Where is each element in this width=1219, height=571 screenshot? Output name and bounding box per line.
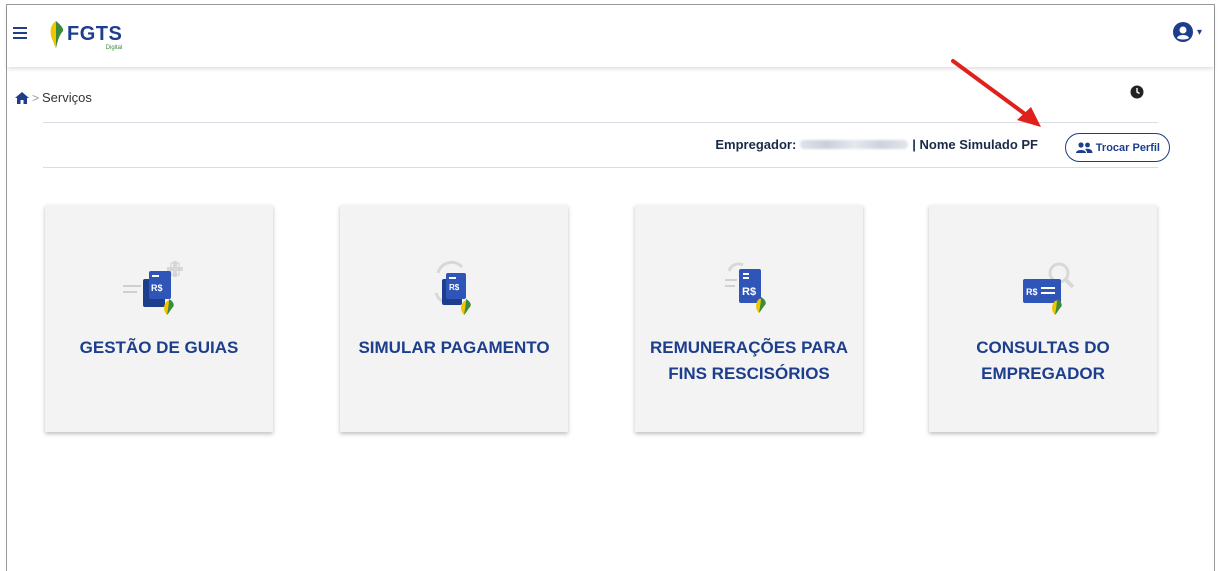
- clock-icon[interactable]: [1130, 85, 1144, 104]
- employer-label: Empregador:: [715, 137, 797, 152]
- svg-text:R$: R$: [1026, 287, 1038, 297]
- document-refresh-icon: R$: [434, 260, 471, 315]
- leaf-logo-icon: [50, 21, 64, 48]
- breadcrumb-separator: >: [32, 90, 40, 105]
- breadcrumb-current: Serviços: [42, 90, 92, 105]
- card-label: SIMULAR PAGAMENTO: [358, 338, 550, 357]
- document-money-icon: R$: [725, 262, 766, 313]
- card-label: REMUNERAÇÕES PARA FINS RESCISÓRIOS: [649, 338, 849, 383]
- user-menu[interactable]: ▾: [1172, 22, 1202, 42]
- switch-profile-button[interactable]: Trocar Perfil: [1064, 133, 1170, 162]
- users-icon: [1075, 142, 1093, 153]
- document-plus-icon: R$: [123, 261, 183, 315]
- logo-subtext: Digital: [105, 45, 123, 51]
- logo-text: FGTS: [67, 23, 123, 45]
- employer-name: | Nome Simulado PF: [912, 137, 1038, 152]
- employer-id-redacted: [800, 140, 909, 149]
- divider: [43, 167, 1158, 168]
- breadcrumb: > Serviços: [15, 90, 92, 105]
- card-label: GESTÃO DE GUIAS: [79, 338, 239, 357]
- chevron-down-icon: ▾: [1196, 26, 1202, 38]
- app-window: FGTS Digital ▾ > Serviços Empregador: | …: [6, 4, 1215, 571]
- svg-text:R$: R$: [151, 283, 163, 293]
- user-circle-icon: [1172, 22, 1193, 42]
- svg-text:R$: R$: [742, 286, 756, 298]
- card-remuneracoes[interactable]: R$ REMUNERAÇÕES PARA FINS RESCISÓRIOS: [635, 205, 863, 432]
- card-gestao-de-guias[interactable]: R$ GESTÃO DE GUIAS: [45, 205, 273, 432]
- employer-info: Empregador: | Nome Simulado PF: [715, 137, 1038, 152]
- svg-text:R$: R$: [449, 283, 460, 292]
- card-consultas-empregador[interactable]: R$ CONSULTAS DO EMPREGADOR: [929, 205, 1157, 432]
- home-icon[interactable]: [15, 91, 29, 104]
- hamburger-icon[interactable]: [13, 27, 27, 41]
- fgts-logo[interactable]: FGTS Digital: [47, 19, 122, 55]
- switch-profile-label: Trocar Perfil: [1095, 141, 1160, 154]
- card-simular-pagamento[interactable]: R$ SIMULAR PAGAMENTO: [340, 205, 568, 432]
- card-search-icon: R$: [1023, 262, 1075, 315]
- card-label: CONSULTAS DO EMPREGADOR: [976, 338, 1110, 383]
- annotation-arrow-icon: [951, 59, 1041, 127]
